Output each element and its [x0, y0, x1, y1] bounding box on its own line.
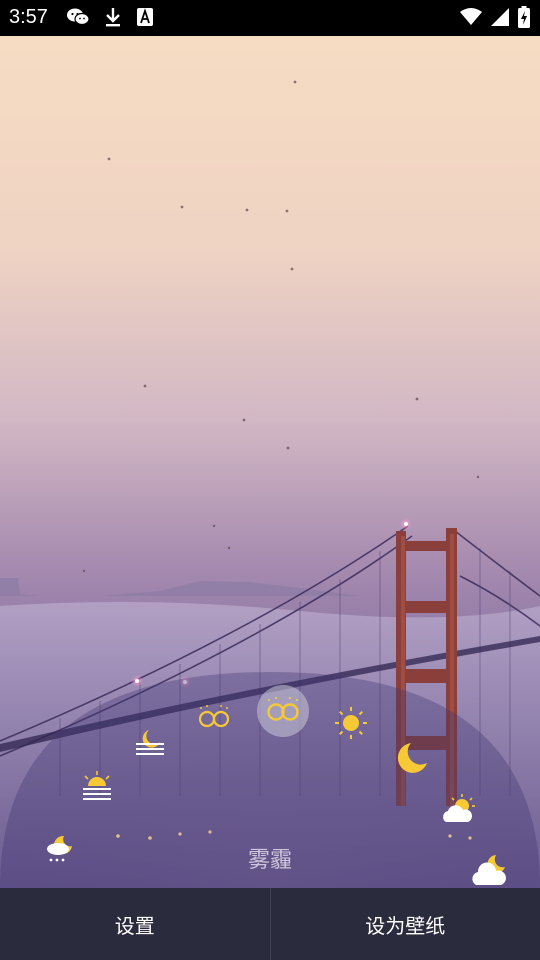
status-bar: 3:57 [0, 0, 540, 36]
haze-selected-icon[interactable] [257, 685, 309, 737]
moon-icon[interactable] [390, 736, 434, 780]
wechat-icon [66, 6, 90, 32]
haze-icon[interactable] [192, 696, 236, 740]
selected-weather-label: 雾霾 [247, 848, 292, 873]
wifi-icon [460, 7, 482, 31]
snow-moon-icon[interactable] [40, 828, 80, 868]
signal-icon [490, 7, 510, 31]
bridge-fog-image [0, 36, 540, 888]
sunrise-haze-icon[interactable] [76, 766, 118, 808]
wallpaper-preview [0, 36, 540, 888]
bottom-action-bar: 设置 设为壁纸 [0, 888, 540, 960]
download-icon [104, 6, 122, 32]
status-time: 3:57 [9, 6, 48, 28]
cloud-sun-icon[interactable] [436, 788, 480, 832]
sun-icon[interactable] [330, 702, 372, 744]
settings-button[interactable]: 设置 [0, 888, 270, 960]
font-a-icon [136, 7, 154, 31]
moon-haze-icon[interactable] [128, 722, 172, 766]
battery-charging-icon [518, 6, 530, 32]
cloud-moon-icon[interactable] [468, 848, 512, 892]
set-wallpaper-button[interactable]: 设为壁纸 [271, 888, 540, 960]
